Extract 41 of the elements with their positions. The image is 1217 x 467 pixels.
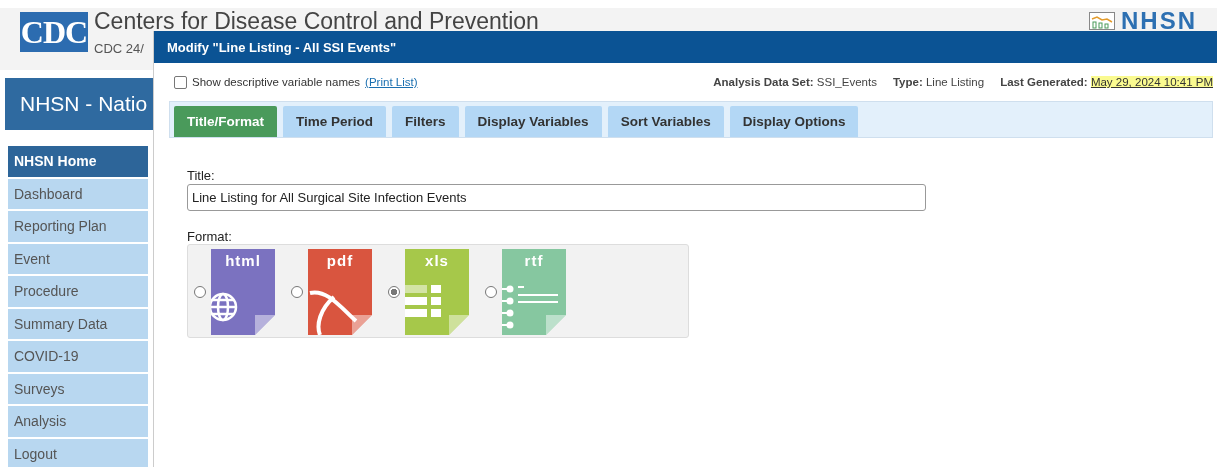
format-label: html xyxy=(224,252,262,269)
sidebar-item[interactable]: Dashboard xyxy=(8,178,148,209)
checkbox[interactable] xyxy=(174,75,187,89)
field-label: Format: xyxy=(187,229,233,244)
sidebar-item[interactable]: COVID-19 xyxy=(8,341,148,372)
format-label: pdf xyxy=(325,252,355,269)
nhsn-logo: NHSN xyxy=(1121,10,1197,32)
dialog-title: Modify "Line Listing - All SSI Events" xyxy=(154,31,1217,63)
sidebar-item[interactable]: NHSN Home xyxy=(8,146,148,177)
sidebar-item[interactable]: Event xyxy=(8,243,148,274)
sidebar-item[interactable]: Analysis xyxy=(8,406,148,437)
print-list-link[interactable]: (Print List) xyxy=(365,76,418,88)
format-label: xls xyxy=(424,252,450,269)
info-value: SSI_Events xyxy=(816,76,877,88)
agency-name: Centers for Disease Control and Prevention xyxy=(94,10,539,32)
sidebar-item[interactable]: Reporting Plan xyxy=(8,211,148,242)
format-label: rtf xyxy=(523,252,545,269)
info-label: Type: xyxy=(892,76,923,88)
tab[interactable]: Title/Format xyxy=(174,106,277,137)
field-label: Title: xyxy=(187,168,216,183)
tab[interactable]: Time Period xyxy=(283,106,387,137)
info-value: Line Listing xyxy=(925,76,985,88)
sidebar-item[interactable]: Procedure xyxy=(8,276,148,307)
radio-button[interactable] xyxy=(291,286,303,298)
sidebar-item[interactable]: Logout xyxy=(8,438,148,467)
sidebar-item[interactable]: Summary Data xyxy=(8,308,148,339)
radio-button[interactable] xyxy=(388,286,400,298)
tab[interactable]: Sort Variables xyxy=(607,106,724,137)
info-label: Analysis Data Set: xyxy=(713,76,814,88)
title-input[interactable]: Line Listing for All Surgical Site Infection Events xyxy=(187,184,926,211)
info-label: Last Generated: xyxy=(1000,76,1088,88)
cdc-logo: CDC xyxy=(20,12,88,52)
tab[interactable]: Display Variables xyxy=(464,106,602,137)
radio-button[interactable] xyxy=(485,286,497,298)
date-link[interactable]: May 29, 2024 10:41 PM xyxy=(1090,76,1213,88)
tab[interactable]: Display Options xyxy=(729,106,859,137)
tab[interactable]: Filters xyxy=(392,106,459,137)
sidebar-item[interactable]: Surveys xyxy=(8,373,148,404)
tagline: CDC 24/ xyxy=(94,41,144,56)
radio-button[interactable] xyxy=(194,286,206,298)
chart-icon xyxy=(1089,12,1115,30)
